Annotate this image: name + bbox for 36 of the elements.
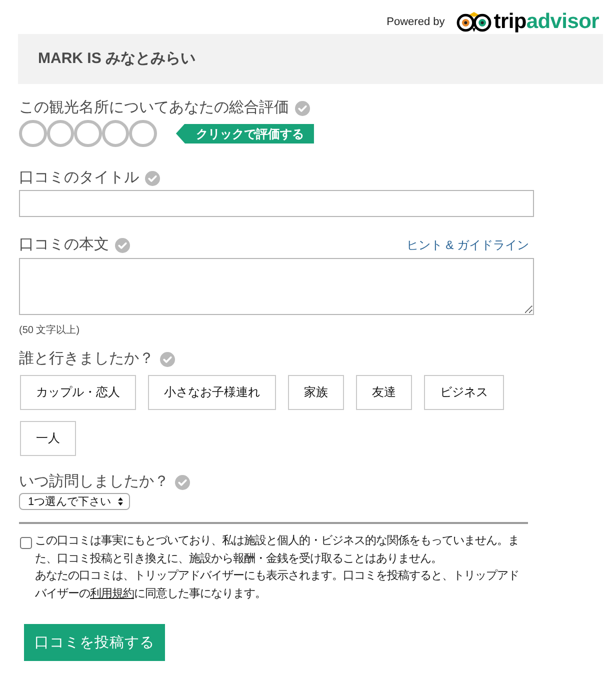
field-label: 口コミの本文	[19, 235, 109, 255]
powered-by-text: Powered by	[386, 14, 445, 28]
review-title-field[interactable]	[19, 190, 534, 217]
check-icon	[160, 352, 175, 366]
agreement-text: この口コミは事実にもとづいており、私は施設と個人的・ビジネス的な関係をもっていません。また、口コミ投稿と引き換えに、施設から報酬・金銭を受け取ることはありません。	[35, 533, 520, 567]
companion-option[interactable]: 友達	[356, 375, 412, 410]
terms-link[interactable]: 利用規約	[90, 588, 134, 600]
companion-option[interactable]: 一人	[20, 421, 76, 456]
review-body-field[interactable]	[19, 258, 534, 315]
guidelines-link[interactable]: ヒント & ガイドライン	[406, 236, 529, 254]
terms-notice-text: あなたの口コミは、トリップアドバイザーにも表示されます。口コミを投稿すると、トリップアドバイザーの利用規約に同意した事になります。	[35, 568, 520, 602]
check-icon	[295, 100, 310, 116]
rating-bubble[interactable]	[19, 120, 47, 148]
rating-prompt-tag: クリックで評価する	[176, 124, 314, 144]
field-label: いつ訪問しましたか？	[19, 472, 169, 492]
logo-wordmark: tripadvisor	[494, 10, 599, 34]
up-down-arrows-icon	[117, 497, 124, 506]
rating-bubble[interactable]	[74, 120, 102, 148]
check-icon	[145, 170, 160, 186]
rating-bubble[interactable]	[46, 120, 74, 148]
companion-option[interactable]: カップル・恋人	[20, 375, 136, 410]
companion-option[interactable]: 小さなお子様連れ	[148, 375, 276, 410]
check-icon	[115, 238, 130, 252]
field-label: この観光名所についてあなたの総合評価	[19, 98, 289, 118]
rating-bubble[interactable]	[129, 120, 157, 148]
place-name: MARK IS みなとみらい	[38, 49, 196, 69]
field-label: 口コミのタイトル	[19, 168, 139, 188]
agreement-checkbox[interactable]	[20, 537, 32, 549]
owl-logo-icon	[456, 10, 492, 32]
companion-option[interactable]: ビジネス	[424, 375, 504, 410]
rating-bubble[interactable]	[102, 120, 130, 148]
field-label: 誰と行きましたか？	[19, 349, 154, 369]
companion-option[interactable]: 家族	[288, 375, 344, 410]
min-length-hint: (50 文字以上)	[19, 324, 81, 338]
visit-date-dropdown[interactable]: 1つ選んで下さい	[19, 493, 130, 510]
check-icon	[175, 474, 190, 490]
